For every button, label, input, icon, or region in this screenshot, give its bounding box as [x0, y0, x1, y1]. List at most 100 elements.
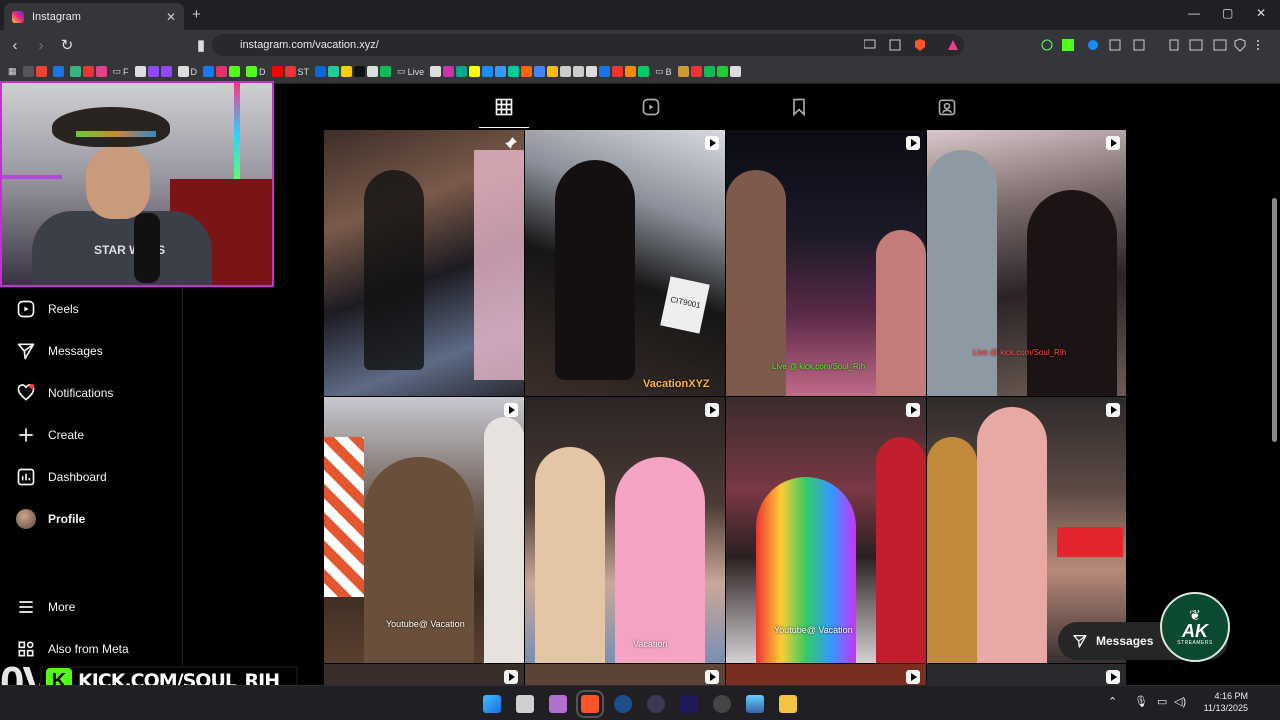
license-plate: CIT9001 [660, 276, 710, 334]
obs-app-icon[interactable] [647, 695, 665, 713]
obs-studio-icon[interactable] [713, 695, 731, 713]
scrollbar-thumb[interactable] [1272, 198, 1277, 442]
bookmark-item[interactable] [203, 66, 241, 77]
post-tile[interactable]: Live @ kick.com/Soul_Rih [927, 130, 1126, 396]
sidebar-item-dashboard[interactable]: Dashboard [16, 467, 107, 487]
sidebar-item-profile[interactable]: Profile [16, 509, 85, 529]
watermark: Live @ kick.com/Soul_Rih [973, 348, 1067, 357]
sidebar-item-create[interactable]: Create [16, 425, 84, 445]
cowboy-hat [52, 107, 170, 147]
forward-icon[interactable]: › [30, 37, 52, 54]
tagged-icon[interactable] [937, 97, 957, 117]
sidebar-item-label: More [48, 600, 76, 614]
microphone-tray-icon[interactable]: 🎙 [1134, 696, 1148, 708]
sidebar-item-reels[interactable]: Reels [16, 299, 79, 319]
new-tab-icon[interactable]: + [192, 6, 201, 23]
taskbar: ⌃ 🎙 ▭ ◁) 4:16 PM 11/13/2025 [0, 685, 1280, 720]
post-figure [364, 170, 424, 370]
windows-start-icon[interactable] [483, 695, 501, 713]
sidebar-item-also-from-meta[interactable]: Also from Meta [16, 639, 129, 659]
bookmark-item[interactable] [69, 66, 107, 77]
sidebar-item-more[interactable]: More [16, 597, 75, 617]
post-figure [977, 407, 1047, 663]
sidebar-item-notifications[interactable]: Notifications [16, 383, 113, 403]
post-tile[interactable]: CIT9001 VacationXYZ [525, 130, 725, 396]
apps-icon[interactable]: ▦ [8, 66, 17, 77]
clock[interactable]: 4:16 PM 11/13/2025 [1196, 690, 1248, 714]
steam-icon[interactable] [614, 695, 632, 713]
reel-badge-icon [1106, 670, 1120, 684]
close-tab-icon[interactable]: ✕ [166, 10, 176, 24]
premiere-pro-icon[interactable] [680, 695, 698, 713]
maximize-icon[interactable]: ▢ [1222, 6, 1233, 20]
bookmark-item[interactable]: D [177, 66, 197, 77]
bookmark-folder[interactable]: ▭ F [113, 66, 129, 77]
bookmark-item[interactable] [315, 66, 392, 77]
sidebar-item-label: Messages [48, 344, 103, 358]
reload-icon[interactable]: ↻ [56, 36, 78, 54]
browser-tab-bar: Instagram ✕ + — ▢ ✕ [0, 0, 1280, 30]
clock-date: 11/13/2025 [1203, 703, 1248, 713]
grid-icon[interactable] [494, 97, 514, 117]
instagram-favicon-icon [12, 10, 24, 23]
snipping-tool-icon[interactable] [549, 695, 567, 713]
bookmark-item[interactable] [52, 66, 64, 77]
heart-icon [17, 383, 35, 401]
reel-badge-icon [705, 670, 719, 684]
bookmark-item[interactable]: D [246, 66, 266, 77]
bookmark-folder[interactable]: ▭ B [655, 66, 672, 77]
back-icon[interactable]: ‹ [4, 37, 26, 54]
ak-logo-subtext: STREAMERS [1177, 640, 1213, 646]
file-explorer-icon[interactable] [779, 695, 797, 713]
streamer-face [86, 147, 150, 219]
microphone [134, 213, 160, 283]
post-figure [615, 457, 705, 663]
address-bar[interactable]: instagram.com/vacation.xyz/ [212, 34, 964, 56]
brave-browser-icon[interactable] [576, 690, 604, 718]
bookmark-item[interactable] [430, 66, 650, 77]
sidebar-item-label: Create [48, 428, 85, 442]
task-view-icon[interactable] [516, 695, 534, 713]
post-tile[interactable]: Youtube@ Vacation [726, 397, 926, 663]
post-figure [484, 417, 524, 663]
browser-tab[interactable]: Instagram ✕ [4, 3, 184, 30]
post-tile[interactable] [324, 130, 524, 396]
minimize-icon[interactable]: — [1188, 6, 1200, 20]
post-figure [474, 150, 524, 380]
pin-icon [505, 137, 517, 149]
watermark: Youtube@ Vacation [386, 619, 465, 629]
network-icon[interactable]: ▭ [1157, 696, 1167, 708]
watermark: VacationXYZ [643, 378, 710, 390]
reel-badge-icon [504, 670, 518, 684]
neon-light [2, 175, 62, 179]
screen: Instagram ✕ + — ▢ ✕ ‹ › ↻ ▮ instagram.co… [0, 0, 1280, 720]
browser-toolbar-icons[interactable] [864, 38, 1264, 52]
bookmark-item[interactable] [134, 66, 172, 77]
url-text: instagram.com/vacation.xyz/ [240, 39, 379, 51]
window-close-icon[interactable]: ✕ [1256, 6, 1266, 20]
post-tile[interactable]: Youtube@ Vacation [324, 397, 524, 663]
reels-icon[interactable] [641, 97, 661, 117]
post-grid: CIT9001 VacationXYZ Live @ kick.com/Soul… [324, 130, 1126, 690]
bookmark-folder[interactable]: ▭ Live [397, 66, 424, 77]
photos-icon[interactable] [746, 695, 764, 713]
reel-badge-icon [1106, 403, 1120, 417]
scrollbar[interactable] [1271, 86, 1278, 684]
sidebar-item-label: Reels [48, 302, 79, 316]
post-figure [876, 437, 926, 663]
saved-icon[interactable] [789, 97, 809, 117]
post-tile[interactable]: Live @ kick.com/Soul_Rih [726, 130, 926, 396]
led-strip [234, 83, 240, 183]
profile-tabs [324, 85, 1126, 129]
bookmark-icon[interactable]: ▮ [190, 36, 212, 54]
bookmark-item[interactable] [677, 66, 741, 77]
sidebar-item-label: Notifications [48, 386, 114, 400]
sidebar-item-messages[interactable]: Messages [16, 341, 103, 361]
post-figure [535, 447, 605, 663]
clock-time: 4:16 PM [1214, 691, 1248, 701]
volume-icon[interactable]: ◁) [1174, 696, 1186, 708]
bookmark-item[interactable]: ST [271, 66, 309, 77]
post-tile[interactable]: Vacation [525, 397, 725, 663]
bookmark-item[interactable] [22, 66, 47, 77]
tray-chevron-icon[interactable]: ⌃ [1108, 696, 1117, 708]
